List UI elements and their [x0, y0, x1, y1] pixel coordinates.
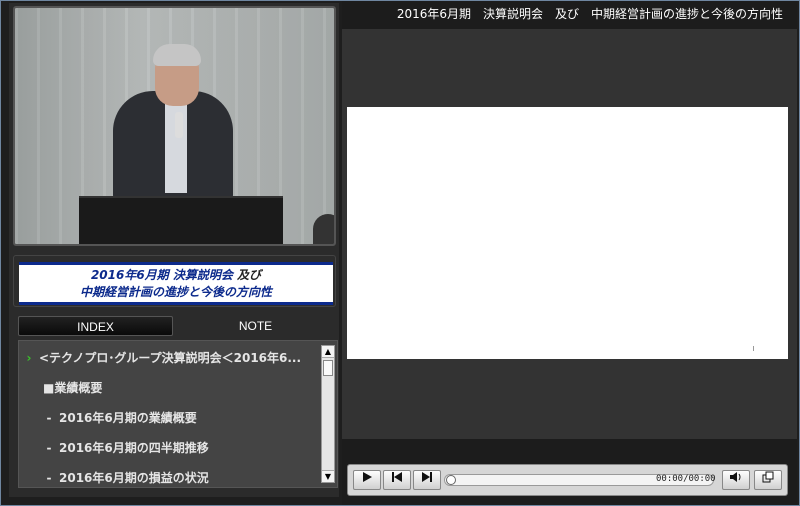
chevron-right-icon: ›	[26, 351, 32, 365]
dash-marker: -	[46, 471, 52, 485]
slide-area	[342, 29, 797, 439]
scroll-thumb[interactable]	[323, 360, 333, 376]
speaker-icon	[730, 472, 741, 482]
play-button[interactable]	[353, 470, 381, 490]
scroll-down-icon[interactable]: ▼	[322, 470, 334, 482]
index-scrollbar[interactable]: ▲ ▼	[321, 345, 335, 483]
index-list: › <テクノプロ･グループ決算説明会＜2016年6... ■業績概要 -2016年…	[18, 340, 338, 488]
list-item[interactable]: -2016年6月期の損益の状況	[39, 469, 337, 487]
slide-title: 2016年6月期 決算説明会 及び 中期経営計画の進捗と今後の方向性	[396, 7, 783, 21]
popout-window-icon	[762, 471, 774, 483]
list-item[interactable]: -2016年6月期の業績概要	[39, 409, 337, 439]
dash-marker: -	[46, 441, 52, 455]
list-item-label: ■業績概要	[43, 381, 103, 395]
volume-button[interactable]	[722, 470, 750, 490]
title-line2: 中期経営計画の進捗と今後の方向性	[79, 285, 272, 299]
microphone	[175, 112, 183, 138]
list-item[interactable]: › <テクノプロ･グループ決算説明会＜2016年6...	[19, 349, 319, 379]
title-line1: 2016年6月期 決算説明会	[90, 268, 233, 282]
dash-marker: -	[46, 411, 52, 425]
time-display: 00:00/00:00	[656, 474, 716, 484]
skip-forward-icon	[422, 472, 432, 482]
right-panel: 2016年6月期 決算説明会 及び 中期経営計画の進捗と今後の方向性 00:00…	[342, 1, 797, 505]
tab-index[interactable]: INDEX	[18, 316, 173, 336]
tab-note[interactable]: NOTE	[178, 316, 333, 336]
title-line1-suffix: 及び	[232, 268, 262, 282]
podium	[79, 196, 283, 244]
list-item-label: 2016年6月期の業績概要	[59, 411, 197, 425]
video-player[interactable]	[13, 6, 336, 246]
scroll-up-icon[interactable]: ▲	[322, 346, 334, 358]
seek-handle[interactable]	[446, 475, 456, 485]
list-item[interactable]: ■業績概要	[25, 379, 325, 409]
presentation-title-card: 2016年6月期 決算説明会 及び 中期経営計画の進捗と今後の方向性	[19, 262, 333, 305]
previous-button[interactable]	[383, 470, 411, 490]
play-icon	[363, 472, 372, 482]
list-item[interactable]: -2016年6月期の四半期推移	[39, 439, 337, 469]
popout-button[interactable]	[754, 470, 782, 490]
player-window: 2016年6月期 決算説明会 及び 中期経営計画の進捗と今後の方向性 INDEX…	[0, 0, 800, 506]
media-controls: 00:00/00:00	[347, 464, 788, 496]
list-item-label: 2016年6月期の損益の状況	[59, 471, 209, 485]
skip-back-icon	[392, 472, 402, 482]
presentation-title-panel: 2016年6月期 決算説明会 及び 中期経営計画の進捗と今後の方向性	[13, 255, 336, 307]
list-item-label: <テクノプロ･グループ決算説明会＜2016年6...	[39, 351, 302, 365]
next-button[interactable]	[413, 470, 441, 490]
list-item-label: 2016年6月期の四半期推移	[59, 441, 209, 455]
slide-viewer	[347, 107, 788, 359]
tab-bar: INDEX NOTE	[18, 316, 338, 336]
left-panel: 2016年6月期 決算説明会 及び 中期経営計画の進捗と今後の方向性 INDEX…	[9, 3, 339, 497]
